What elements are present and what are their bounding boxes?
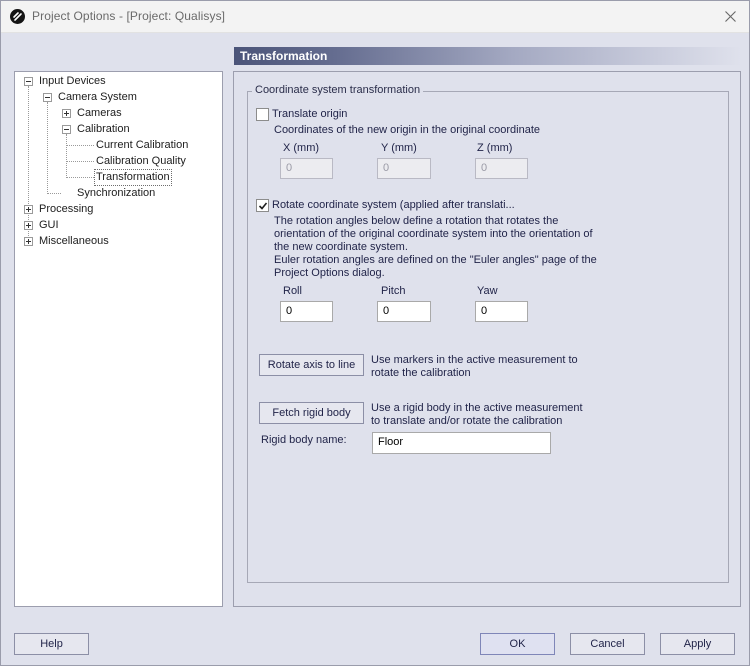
y-field-label: Y (mm) — [381, 142, 417, 154]
rotate-axis-to-line-button[interactable]: Rotate axis to line — [259, 354, 364, 376]
collapse-icon[interactable] — [43, 93, 52, 102]
close-button[interactable] — [719, 5, 743, 29]
y-origin-input[interactable]: 0 — [377, 158, 431, 179]
qualisys-app-icon — [10, 9, 25, 24]
translate-origin-label: Translate origin — [272, 108, 348, 120]
rotate-desc-line: Euler rotation angles are defined on the… — [274, 254, 597, 266]
tree-item-label: GUI — [39, 219, 59, 231]
expand-icon[interactable] — [24, 237, 33, 246]
panel-header: Transformation — [234, 47, 741, 65]
rotate-axis-desc-line: rotate the calibration — [371, 367, 471, 379]
collapse-icon[interactable] — [24, 77, 33, 86]
tree-item-label: Synchronization — [77, 187, 156, 199]
rotate-axis-desc: Use markers in the active measurement to… — [371, 354, 601, 380]
rotate-desc-line: The rotation angles below define a rotat… — [274, 215, 559, 227]
expand-icon[interactable] — [24, 221, 33, 230]
tree-item-label: Processing — [39, 203, 94, 215]
tree-item-label: Calibration Quality — [96, 155, 186, 167]
options-tree[interactable]: Input Devices Camera System Cameras Cali… — [14, 71, 223, 607]
fetch-rigid-body-button[interactable]: Fetch rigid body — [259, 402, 364, 424]
tree-item-current-calibration[interactable]: Current Calibration — [96, 138, 188, 153]
rigid-body-desc: Use a rigid body in the active measureme… — [371, 402, 601, 428]
rotate-desc-line: Project Options dialog. — [274, 267, 385, 279]
close-icon — [725, 11, 736, 22]
tree-item-label: Cameras — [77, 107, 122, 119]
checkmark-icon — [258, 202, 268, 210]
translate-origin-checkbox[interactable] — [256, 108, 269, 121]
yaw-label: Yaw — [477, 285, 498, 297]
group-title: Coordinate system transformation — [252, 84, 424, 96]
project-options-window: Project Options - [Project: Qualisys] In… — [0, 0, 750, 666]
tree-item-label: Current Calibration — [96, 139, 189, 151]
tree-item-label: Input Devices — [39, 75, 106, 87]
tree-item-transformation[interactable]: Transformation — [94, 169, 172, 186]
z-origin-input[interactable]: 0 — [475, 158, 528, 179]
panel-header-title: Transformation — [240, 49, 328, 63]
tree-item-label: Calibration — [77, 123, 130, 135]
expand-icon[interactable] — [24, 205, 33, 214]
cancel-button[interactable]: Cancel — [570, 633, 645, 655]
ok-button[interactable]: OK — [480, 633, 555, 655]
rotate-coordinate-checkbox[interactable] — [256, 199, 269, 212]
z-field-label: Z (mm) — [477, 142, 513, 154]
apply-button[interactable]: Apply — [660, 633, 735, 655]
pitch-label: Pitch — [381, 285, 406, 297]
roll-input[interactable]: 0 — [280, 301, 333, 322]
translate-origin-desc: Coordinates of the new origin in the ori… — [274, 124, 540, 136]
tree-item-label: Miscellaneous — [39, 235, 109, 247]
rigid-body-desc-line: to translate and/or rotate the calibrati… — [371, 415, 563, 427]
tree-item-calibration-quality[interactable]: Calibration Quality — [96, 154, 186, 169]
x-origin-input[interactable]: 0 — [280, 158, 333, 179]
pitch-input[interactable]: 0 — [377, 301, 431, 322]
window-title: Project Options - [Project: Qualisys] — [32, 9, 226, 23]
rotate-desc-line: orientation of the original coordinate s… — [274, 228, 593, 240]
collapse-icon[interactable] — [62, 125, 71, 134]
rotate-axis-desc-line: Use markers in the active measurement to — [371, 354, 578, 366]
expand-icon[interactable] — [62, 109, 71, 118]
title-bar: Project Options - [Project: Qualisys] — [1, 1, 749, 33]
rotate-coordinate-label: Rotate coordinate system (applied after … — [272, 199, 515, 211]
x-field-label: X (mm) — [283, 142, 320, 154]
tree-item-label: Transformation — [96, 171, 170, 183]
tree-item-label: Camera System — [58, 91, 137, 103]
help-button[interactable]: Help — [14, 633, 89, 655]
rotate-desc: The rotation angles below define a rotat… — [274, 215, 604, 280]
rigid-body-name-input[interactable]: Floor — [372, 432, 551, 454]
roll-label: Roll — [283, 285, 302, 297]
rigid-body-desc-line: Use a rigid body in the active measureme… — [371, 402, 583, 414]
rigid-body-name-label: Rigid body name: — [261, 434, 347, 446]
rotate-desc-line: the new coordinate system. — [274, 241, 408, 253]
yaw-input[interactable]: 0 — [475, 301, 528, 322]
tree-item-synchronization[interactable]: Synchronization — [77, 186, 155, 201]
